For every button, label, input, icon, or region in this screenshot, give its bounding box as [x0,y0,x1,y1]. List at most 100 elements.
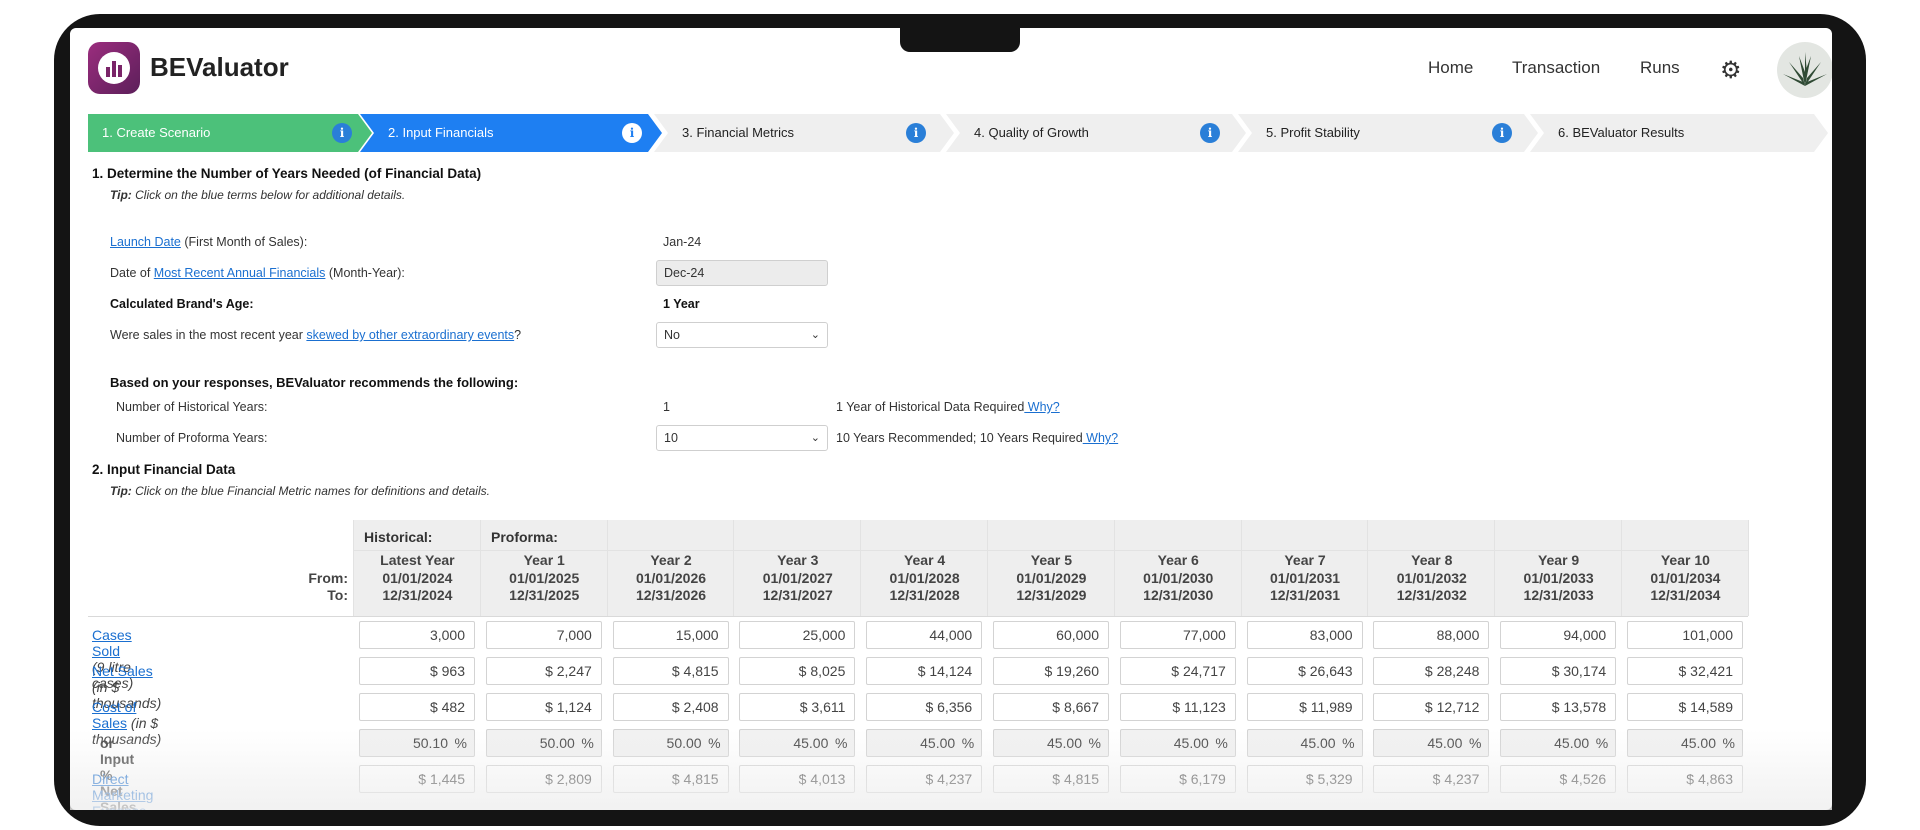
proforma-years-select[interactable]: 10 ⌄ [656,425,828,451]
value-input[interactable]: $ 5,329 [1246,765,1363,793]
column-header-name: Latest Year [380,552,455,568]
value-input[interactable]: 45.00% [993,729,1109,757]
value-input[interactable]: 15,000 [612,621,729,649]
info-icon[interactable]: i [1200,123,1220,143]
percent-sign: % [581,735,594,751]
value-input[interactable]: 50.00% [485,729,602,757]
skewed-sales-value: No [664,328,680,342]
value-input[interactable]: $ 8,667 [993,693,1109,721]
value-input[interactable]: $ 32,421 [1627,657,1743,685]
value-input[interactable]: 45.00% [1627,729,1743,757]
value-input[interactable]: 88,000 [1373,621,1490,649]
nav-transaction-link[interactable]: Transaction [1512,58,1600,78]
value-input[interactable]: 101,000 [1627,621,1743,649]
cell-value: $ 1,445 [418,771,465,787]
app-screen: BEValuator Home Transaction Runs ⚙ 1. Cr… [70,28,1832,810]
proforma-why-link[interactable]: Why? [1083,431,1118,445]
nav-runs-link[interactable]: Runs [1640,58,1680,78]
value-input[interactable]: $ 11,989 [1246,693,1363,721]
value-input[interactable]: 25,000 [739,621,856,649]
launch-date-link[interactable]: Launch Date [110,235,181,249]
step-quality-of-growth[interactable]: 4. Quality of Growth i [946,114,1246,152]
skewed-sales-link[interactable]: skewed by other extraordinary events [306,328,514,342]
value-input[interactable]: 45.00% [1500,729,1617,757]
value-input[interactable]: $ 963 [359,657,475,685]
value-input[interactable]: $ 2,247 [485,657,602,685]
info-icon[interactable]: i [906,123,926,143]
value-input[interactable]: 60,000 [993,621,1109,649]
value-input[interactable]: $ 2,408 [612,693,729,721]
value-input[interactable]: $ 4,526 [1500,765,1617,793]
value-input[interactable]: $ 4,815 [993,765,1109,793]
value-input[interactable]: 3,000 [359,621,475,649]
historical-why-link[interactable]: Why? [1024,400,1060,414]
value-input[interactable]: $ 3,611 [739,693,856,721]
recent-financials-link[interactable]: Most Recent Annual Financials [154,266,326,280]
value-input[interactable]: $ 8,025 [739,657,856,685]
tip-text: Click on the blue Financial Metric names… [131,484,490,498]
value-input[interactable]: 45.00% [1373,729,1490,757]
value-input[interactable]: 83,000 [1246,621,1363,649]
value-input[interactable]: $ 2,809 [485,765,602,793]
value-input[interactable]: 50.00% [612,729,729,757]
step-create-scenario[interactable]: 1. Create Scenario i [88,114,372,152]
metric-link[interactable]: Direct Marketing Expense [92,771,153,810]
value-input[interactable]: $ 28,248 [1373,657,1490,685]
value-input[interactable]: $ 24,717 [1119,657,1236,685]
value-input[interactable]: $ 30,174 [1500,657,1617,685]
recent-financials-input[interactable]: Dec-24 [656,260,828,286]
value-input[interactable]: 94,000 [1500,621,1617,649]
value-input[interactable]: $ 4,013 [739,765,856,793]
value-input[interactable]: $ 6,179 [1119,765,1236,793]
column-header-to: 12/31/2029 [1016,587,1087,603]
step-profit-stability[interactable]: 5. Profit Stability i [1238,114,1538,152]
nav-home-link[interactable]: Home [1428,58,1473,78]
value-input[interactable]: $ 12,712 [1373,693,1490,721]
step-label: 3. Financial Metrics [682,125,794,140]
value-input[interactable]: $ 19,260 [993,657,1109,685]
value-input[interactable]: $ 14,124 [866,657,983,685]
cell-value: $ 3,611 [799,699,846,715]
value-input[interactable]: $ 6,356 [866,693,983,721]
historical-years-label: Number of Historical Years: [116,400,268,414]
info-icon[interactable]: i [332,123,352,143]
value-input[interactable]: $ 1,124 [485,693,602,721]
skewed-sales-prefix: Were sales in the most recent year [110,328,307,342]
value-input[interactable]: $ 4,815 [612,657,729,685]
value-input[interactable]: $ 11,123 [1119,693,1236,721]
step-input-financials[interactable]: 2. Input Financials i [360,114,662,152]
skewed-sales-select[interactable]: No ⌄ [656,322,828,348]
value-input[interactable]: 44,000 [866,621,983,649]
value-input[interactable]: 7,000 [485,621,602,649]
user-avatar[interactable] [1777,42,1832,98]
value-input[interactable]: $ 26,643 [1246,657,1363,685]
metric-link[interactable]: Cases Sold [92,627,132,659]
cell-value: $ 2,408 [671,699,719,715]
value-input[interactable]: 45.00% [866,729,983,757]
value-input[interactable]: 77,000 [1119,621,1236,649]
settings-gear-icon[interactable]: ⚙ [1720,56,1742,85]
info-icon[interactable]: i [1492,123,1512,143]
tip-label: Tip: [110,188,132,202]
value-input[interactable]: $ 13,578 [1500,693,1617,721]
value-input[interactable]: $ 1,445 [359,765,475,793]
value-input[interactable]: $ 4,863 [1627,765,1743,793]
value-input[interactable]: $ 4,815 [612,765,729,793]
value-input[interactable]: 45.00% [1246,729,1363,757]
value-input[interactable]: $ 14,589 [1627,693,1743,721]
value-input[interactable]: 50.10% [359,729,475,757]
value-input[interactable]: $ 4,237 [1373,765,1490,793]
step-bevaluator-results[interactable]: 6. BEValuator Results [1530,114,1828,152]
info-icon[interactable]: i [622,123,642,143]
value-input[interactable]: 45.00% [739,729,856,757]
tip-label: Tip: [110,484,132,498]
value-input[interactable]: $ 4,237 [866,765,983,793]
cell-value: $ 26,643 [1298,663,1353,679]
metric-link[interactable]: Net Sales [92,663,153,679]
brand-logo-icon[interactable] [88,42,140,94]
value-input[interactable]: $ 482 [359,693,475,721]
column-header-name: Year 7 [1284,552,1326,568]
value-input[interactable]: 45.00% [1119,729,1236,757]
percent-sign: % [961,735,975,751]
step-financial-metrics[interactable]: 3. Financial Metrics i [654,114,954,152]
